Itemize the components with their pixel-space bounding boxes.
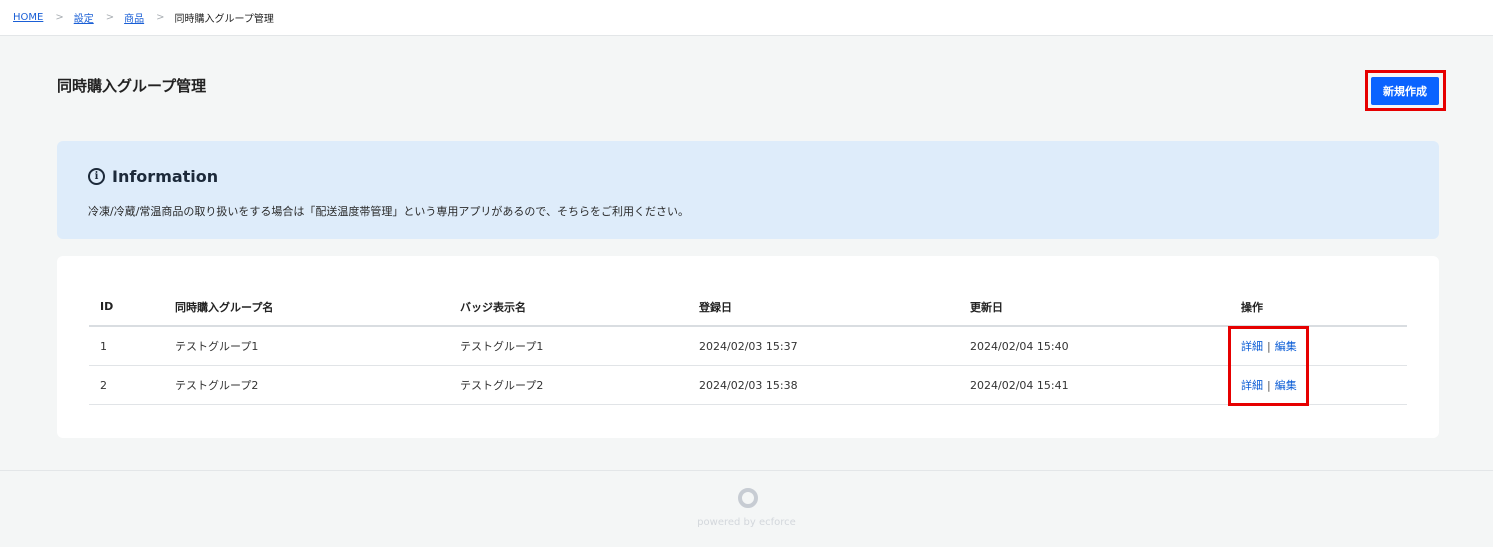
breadcrumb-separator: > — [105, 12, 115, 23]
info-circle-icon: i — [88, 168, 105, 185]
header-group-name: 同時購入グループ名 — [175, 300, 274, 314]
header-registered: 登録日 — [699, 300, 732, 314]
new-create-button[interactable]: 新規作成 — [1371, 77, 1439, 105]
header-updated: 更新日 — [970, 300, 1003, 314]
cell-id: 2 — [100, 378, 107, 392]
cell-group-name: テストグループ2 — [175, 379, 259, 392]
group-table: ID 同時購入グループ名 バッジ表示名 登録日 更新日 操作 1 テストグループ… — [89, 288, 1407, 405]
breadcrumb-current: 同時購入グループ管理 — [174, 14, 274, 25]
cell-badge-name: テストグループ2 — [460, 379, 544, 392]
breadcrumb-home-link[interactable]: HOME — [13, 12, 43, 23]
breadcrumb-products-link[interactable]: 商品 — [124, 10, 144, 25]
footer: powered by ecforce — [0, 470, 1493, 547]
information-panel: i Information 冷凍/冷蔵/常温商品の取り扱いをする場合は「配送温度… — [57, 141, 1439, 239]
information-text: 冷凍/冷蔵/常温商品の取り扱いをする場合は「配送温度帯管理」という専用アプリがあ… — [88, 205, 689, 218]
actions-highlight — [1228, 326, 1309, 406]
table-header-row: ID 同時購入グループ名 バッジ表示名 登録日 更新日 操作 — [89, 288, 1407, 327]
page-title: 同時購入グループ管理 — [57, 77, 207, 95]
breadcrumb: HOME > 設定 > 商品 > 同時購入グループ管理 — [0, 0, 1493, 36]
header-id: ID — [100, 300, 114, 313]
breadcrumb-settings-link[interactable]: 設定 — [74, 10, 94, 25]
header-badge-name: バッジ表示名 — [460, 300, 526, 314]
table-row: 2 テストグループ2 テストグループ2 2024/02/03 15:38 202… — [89, 366, 1407, 405]
information-heading: i Information — [88, 167, 218, 186]
footer-powered-by: powered by ecforce — [697, 517, 796, 528]
cell-group-name: テストグループ1 — [175, 340, 259, 353]
cell-registered: 2024/02/03 15:38 — [699, 378, 798, 392]
breadcrumb-separator: > — [55, 12, 64, 23]
table-row: 1 テストグループ1 テストグループ1 2024/02/03 15:37 202… — [89, 327, 1407, 366]
information-title: Information — [112, 167, 219, 186]
ecforce-logo-icon — [738, 488, 758, 508]
breadcrumb-separator: > — [156, 12, 165, 23]
cell-updated: 2024/02/04 15:40 — [970, 339, 1069, 353]
cell-updated: 2024/02/04 15:41 — [970, 378, 1069, 392]
cell-id: 1 — [100, 339, 107, 353]
cell-registered: 2024/02/03 15:37 — [699, 339, 798, 353]
cell-badge-name: テストグループ1 — [460, 340, 544, 353]
header-actions: 操作 — [1241, 300, 1263, 314]
